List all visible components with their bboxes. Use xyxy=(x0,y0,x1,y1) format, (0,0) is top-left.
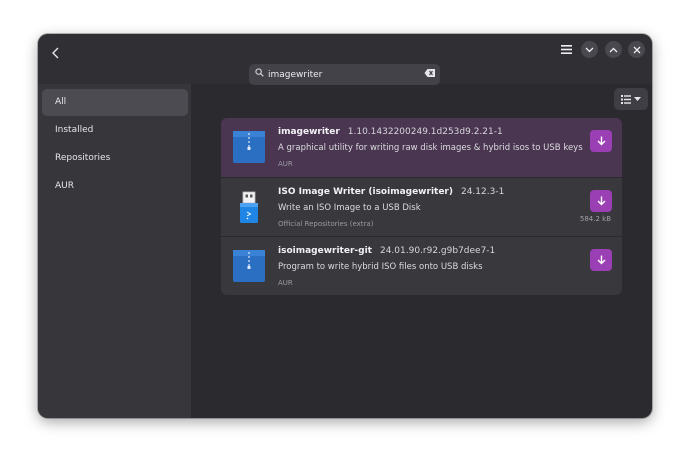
archive-package-icon xyxy=(233,250,265,282)
view-mode-button[interactable] xyxy=(614,88,648,110)
minimize-button[interactable] xyxy=(581,41,598,58)
usb-drive-icon xyxy=(240,191,258,223)
app-window: All Installed Repositories AUR imagewrit… xyxy=(38,34,652,418)
app-description: A graphical utility for writing raw disk… xyxy=(278,143,583,153)
app-name: imagewriter xyxy=(278,127,340,137)
search-results-list: imagewriter 1.10.1432200249.1d253d9.2.21-… xyxy=(221,118,622,295)
maximize-button[interactable] xyxy=(605,41,622,58)
download-size: 584.2 kB xyxy=(579,215,611,223)
chevron-down-icon xyxy=(585,47,594,52)
app-source: AUR xyxy=(278,279,293,287)
app-title-line: isoimagewriter-git 24.01.90.r92.g9b7dee7-… xyxy=(278,246,495,256)
app-source: AUR xyxy=(278,160,293,168)
archive-package-icon xyxy=(233,131,265,163)
chevron-left-icon xyxy=(52,47,59,59)
close-icon xyxy=(633,46,640,53)
app-name: ISO Image Writer (isoimagewriter) xyxy=(278,187,453,197)
app-name: isoimagewriter-git xyxy=(278,246,372,256)
install-button[interactable] xyxy=(590,130,612,152)
hamburger-menu-icon xyxy=(560,44,572,54)
chevron-up-icon xyxy=(609,47,618,52)
search-field[interactable] xyxy=(249,64,440,85)
dropdown-arrow-icon xyxy=(634,97,641,101)
app-source: Official Repositories (extra) xyxy=(278,220,374,228)
install-button[interactable] xyxy=(590,249,612,271)
sidebar-item-aur[interactable]: AUR xyxy=(42,173,188,200)
sidebar-item-repositories[interactable]: Repositories xyxy=(42,145,188,172)
sidebar: All Installed Repositories AUR xyxy=(38,84,191,418)
app-title-line: imagewriter 1.10.1432200249.1d253d9.2.21-… xyxy=(278,127,503,137)
sidebar-item-installed[interactable]: Installed xyxy=(42,117,188,144)
app-title-line: ISO Image Writer (isoimagewriter) 24.12.3… xyxy=(278,187,504,197)
search-input[interactable] xyxy=(268,64,418,85)
close-button[interactable] xyxy=(628,41,645,58)
app-version: 24.01.90.r92.g9b7dee7-1 xyxy=(379,246,496,256)
list-item[interactable]: imagewriter 1.10.1432200249.1d253d9.2.21-… xyxy=(221,118,622,177)
list-item[interactable]: isoimagewriter-git 24.01.90.r92.g9b7dee7-… xyxy=(221,236,622,295)
app-version: 1.10.1432200249.1d253d9.2.21-1 xyxy=(347,127,503,137)
back-button[interactable] xyxy=(44,40,68,66)
download-arrow-icon xyxy=(597,255,605,265)
install-button[interactable] xyxy=(590,190,612,212)
download-arrow-icon xyxy=(597,196,605,206)
list-item[interactable]: ISO Image Writer (isoimagewriter) 24.12.3… xyxy=(221,177,622,236)
download-arrow-icon xyxy=(597,136,605,146)
search-icon xyxy=(255,68,264,77)
app-description: Program to write hybrid ISO files onto U… xyxy=(278,262,483,272)
app-version: 24.12.3-1 xyxy=(460,187,505,197)
sidebar-item-all[interactable]: All xyxy=(42,89,188,116)
header-bar xyxy=(38,34,652,85)
backspace-clear-icon[interactable] xyxy=(424,68,436,78)
main-menu-button[interactable] xyxy=(556,39,576,59)
app-description: Write an ISO Image to a USB Disk xyxy=(278,203,421,213)
list-view-icon xyxy=(621,94,631,104)
